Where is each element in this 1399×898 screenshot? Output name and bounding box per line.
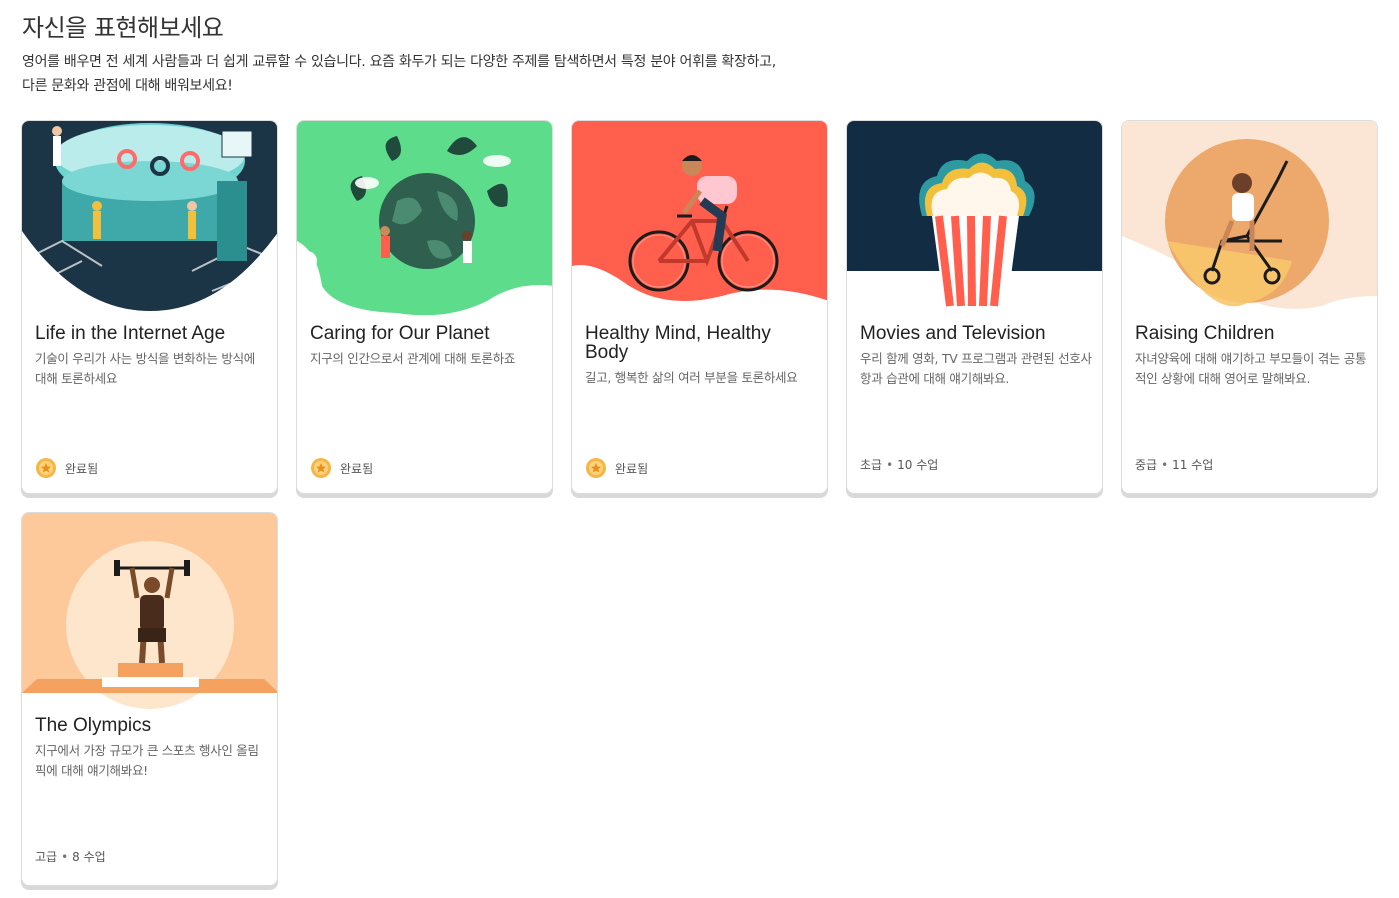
popcorn-illustration (847, 121, 1102, 321)
card-description: 지구에서 가장 규모가 큰 스포츠 행사인 올림픽에 대해 얘기해봐요! (35, 743, 259, 778)
separator-dot: • (61, 849, 69, 864)
topic-card-health[interactable]: Healthy Mind, Healthy Body 길고, 행복한 삶의 여러… (571, 120, 828, 494)
medal-icon (586, 458, 606, 478)
stroller-illustration (1122, 121, 1377, 321)
cyclist-illustration (572, 121, 827, 321)
topic-card-olympics[interactable]: The Olympics 지구에서 가장 규모가 큰 스포츠 행사인 올림픽에 … (21, 512, 278, 886)
topic-card-children[interactable]: Raising Children 자녀양육에 대해 얘기하고 부모들이 겪는 공… (1121, 120, 1378, 494)
topic-card-movies[interactable]: Movies and Television 우리 함께 영화, TV 프로그램과… (846, 120, 1103, 494)
level-label: 초급 (860, 458, 883, 472)
card-status: 완료됨 (585, 457, 648, 479)
card-description: 길고, 행복한 삶의 여러 부분을 토론하세요 (585, 370, 798, 385)
status-label: 완료됨 (615, 461, 649, 476)
internet-illustration (22, 121, 277, 321)
level-label: 중급 (1135, 458, 1158, 472)
card-description: 기술이 우리가 사는 방식을 변화하는 방식에 대해 토론하세요 (35, 351, 255, 386)
card-meta: 중급 • 11 수업 (1135, 456, 1213, 473)
card-description: 우리 함께 영화, TV 프로그램과 관련된 선호사항과 습관에 대해 얘기해봐… (860, 351, 1092, 386)
topic-card-planet[interactable]: Caring for Our Planet 지구의 인간으로서 관계에 대해 토… (296, 120, 553, 494)
page-title: 자신을 표현해보세요 (22, 14, 224, 42)
medal-icon (311, 458, 331, 478)
card-description: 지구의 인간으로서 관계에 대해 토론하죠 (310, 351, 516, 366)
card-title: Movies and Television (860, 323, 1046, 344)
separator-dot: • (1161, 457, 1169, 472)
card-description: 자녀양육에 대해 얘기하고 부모들이 겪는 공통적인 상황에 대해 영어로 말해… (1135, 351, 1367, 386)
planet-illustration (297, 121, 552, 321)
card-title: Raising Children (1135, 323, 1275, 344)
card-title: Healthy Mind, Healthy Body (585, 323, 771, 363)
status-label: 완료됨 (65, 461, 99, 476)
card-meta: 초급 • 10 수업 (860, 456, 938, 473)
card-status: 완료됨 (35, 457, 98, 479)
level-label: 고급 (35, 850, 58, 864)
medal-icon (36, 458, 56, 478)
topic-card-internet[interactable]: Life in the Internet Age 기술이 우리가 사는 방식을 … (21, 120, 278, 494)
page-description: 영어를 배우면 전 세계 사람들과 더 쉽게 교류할 수 있습니다. 요즘 화두… (22, 54, 776, 94)
card-meta: 고급 • 8 수업 (35, 848, 106, 865)
status-label: 완료됨 (340, 461, 374, 476)
topic-grid: Life in the Internet Age 기술이 우리가 사는 방식을 … (21, 120, 1381, 892)
card-title: Life in the Internet Age (35, 323, 226, 344)
lesson-count: 8 수업 (72, 850, 106, 864)
separator-dot: • (886, 457, 894, 472)
card-status: 완료됨 (310, 457, 373, 479)
card-title: The Olympics (35, 715, 152, 736)
lesson-count: 10 수업 (897, 458, 939, 472)
lesson-count: 11 수업 (1172, 458, 1214, 472)
weightlifter-illustration (22, 513, 277, 713)
card-title: Caring for Our Planet (310, 323, 490, 344)
